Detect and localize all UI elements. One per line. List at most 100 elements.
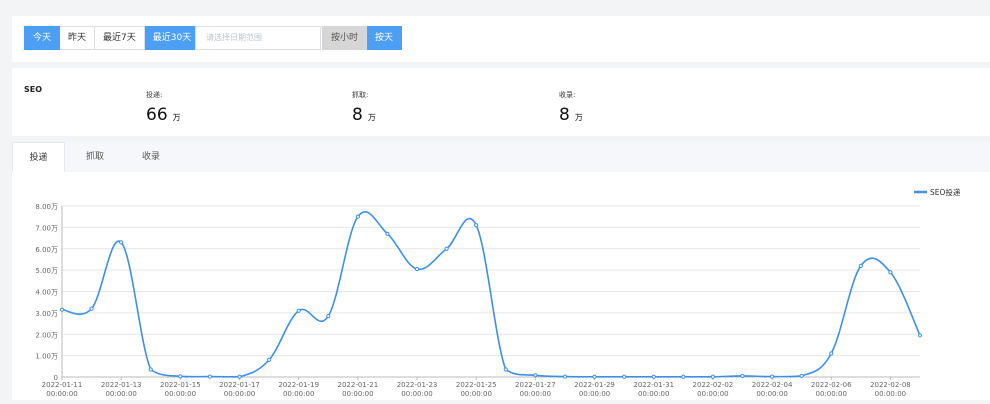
- data-point[interactable]: [355, 214, 360, 219]
- data-point[interactable]: [562, 374, 568, 379]
- x-tick-time: 00:00:00: [638, 390, 669, 398]
- data-point[interactable]: [799, 373, 804, 379]
- stat-value: 8万: [352, 105, 376, 125]
- data-point[interactable]: [59, 307, 65, 312]
- stat-indexed: 收录: 8万: [559, 90, 583, 125]
- y-tick-label: 2.00万: [35, 331, 58, 339]
- chart-panel: 0 1.00万 2.00万 3.00万 4.00万 5.00万 6.00万 7.00万 8.00…: [12, 172, 990, 400]
- x-tick-label: 2022-01-31: [633, 381, 674, 389]
- data-point[interactable]: [207, 374, 213, 379]
- range-last-7-days-button[interactable]: 最近7天: [95, 26, 145, 50]
- data-point[interactable]: [326, 313, 331, 319]
- x-tick-label: 2022-01-25: [456, 381, 497, 389]
- range-last-30-days-button[interactable]: 最近30天: [144, 26, 201, 50]
- data-point[interactable]: [267, 357, 272, 362]
- x-tick-label: 2022-01-13: [101, 381, 142, 389]
- x-tick-time: 00:00:00: [224, 390, 255, 398]
- x-tick-time: 00:00:00: [165, 390, 196, 398]
- x-tick-label: 2022-01-23: [397, 381, 438, 389]
- stat-label: 抓取:: [352, 91, 369, 99]
- y-axis: 01.00万2.00万3.00万4.00万5.00万6.00万7.00万8.00…: [35, 203, 63, 382]
- stat-crawled: 抓取: 8万: [352, 90, 376, 125]
- data-point[interactable]: [829, 351, 834, 356]
- x-tick-time: 00:00:00: [697, 390, 728, 398]
- data-point[interactable]: [296, 308, 301, 313]
- x-tick-label: 2022-02-02: [693, 381, 734, 389]
- data-point[interactable]: [888, 270, 893, 275]
- by-day-button[interactable]: 按天: [367, 26, 403, 50]
- range-today-button[interactable]: 今天: [24, 26, 61, 50]
- legend-label: SEO投递: [930, 187, 961, 197]
- x-tick-label: 2022-02-06: [811, 381, 852, 389]
- x-tick-time: 00:00:00: [520, 390, 551, 398]
- x-tick-time: 00:00:00: [401, 390, 432, 398]
- stat-value: 8万: [559, 105, 583, 125]
- data-point[interactable]: [917, 333, 923, 338]
- y-tick-label: 8.00万: [35, 203, 58, 211]
- x-tick-time: 00:00:00: [342, 390, 373, 398]
- x-tick-time: 00:00:00: [283, 390, 314, 398]
- data-point[interactable]: [769, 374, 775, 379]
- data-point[interactable]: [414, 266, 420, 272]
- stat-unit: 万: [172, 113, 181, 122]
- x-tick-time: 00:00:00: [579, 390, 610, 398]
- data-point[interactable]: [503, 367, 508, 372]
- data-point[interactable]: [651, 374, 656, 379]
- data-point[interactable]: [444, 246, 449, 251]
- range-yesterday-button[interactable]: 昨天: [60, 26, 96, 50]
- data-point[interactable]: [385, 231, 390, 236]
- data-point[interactable]: [533, 373, 538, 378]
- x-tick-time: 00:00:00: [46, 390, 77, 398]
- tab-crawled[interactable]: 抓取: [70, 142, 120, 172]
- y-tick-label: 7.00万: [35, 224, 58, 232]
- tab-submitted[interactable]: 投递: [12, 142, 65, 172]
- data-point[interactable]: [89, 306, 94, 311]
- data-point[interactable]: [740, 373, 745, 379]
- y-tick-label: 5.00万: [35, 267, 58, 275]
- stat-unit: 万: [367, 113, 376, 122]
- stat-unit: 万: [574, 113, 583, 122]
- data-point[interactable]: [474, 223, 479, 228]
- stat-submitted: 投递: 66 万: [146, 90, 181, 125]
- stat-label: 投递:: [146, 91, 163, 99]
- x-tick-label: 2022-01-29: [574, 381, 615, 389]
- stat-number: 8: [352, 105, 363, 125]
- y-tick-label: 4.00万: [35, 289, 58, 297]
- data-point[interactable]: [119, 240, 124, 245]
- granularity-button-group: 按小时 按天: [322, 26, 403, 50]
- line-chart: 01.00万2.00万3.00万4.00万5.00万6.00万7.00万8.00…: [35, 187, 961, 398]
- x-tick-time: 00:00:00: [105, 390, 136, 398]
- x-tick-label: 2022-02-08: [870, 381, 911, 389]
- legend[interactable]: SEO投递: [914, 187, 961, 197]
- tab-indexed[interactable]: 收录: [126, 142, 176, 172]
- data-point[interactable]: [858, 263, 863, 268]
- x-tick-label: 2022-01-15: [160, 381, 201, 389]
- stats-panel: SEO 投递: 66 万 抓取: 8万 收录: 8万: [12, 68, 990, 136]
- x-tick-label: 2022-01-21: [338, 381, 379, 389]
- data-point[interactable]: [592, 374, 597, 379]
- x-tick-label: 2022-01-19: [278, 381, 319, 389]
- data-point[interactable]: [622, 374, 627, 379]
- x-tick-label: 2022-01-17: [219, 381, 260, 389]
- y-tick-label: 1.00万: [35, 353, 58, 361]
- top-strip: [0, 0, 990, 16]
- series-line-seo-submitted: [61, 211, 921, 378]
- data-point[interactable]: [148, 367, 153, 372]
- x-tick-time: 00:00:00: [460, 390, 491, 398]
- tab-bar: 投递 抓取 收录: [12, 142, 990, 173]
- date-range-input[interactable]: 请选择日期范围: [195, 26, 321, 50]
- by-hour-button[interactable]: 按小时: [322, 26, 368, 50]
- stats-section-title: SEO: [24, 85, 43, 94]
- x-tick-label: 2022-01-11: [42, 381, 83, 389]
- data-point[interactable]: [681, 374, 686, 379]
- range-button-group: 今天 昨天 最近7天 最近30天: [24, 26, 201, 50]
- data-point[interactable]: [710, 374, 715, 379]
- stat-number: 66: [146, 105, 168, 125]
- y-tick-label: 3.00万: [35, 310, 58, 318]
- x-axis: 2022-01-1100:00:002022-01-1300:00:002022…: [42, 377, 911, 398]
- y-tick-label: 6.00万: [35, 246, 58, 254]
- x-tick-label: 2022-02-04: [752, 381, 793, 389]
- x-tick-label: 2022-01-27: [515, 381, 556, 389]
- data-point[interactable]: [178, 374, 183, 379]
- data-point[interactable]: [237, 374, 242, 379]
